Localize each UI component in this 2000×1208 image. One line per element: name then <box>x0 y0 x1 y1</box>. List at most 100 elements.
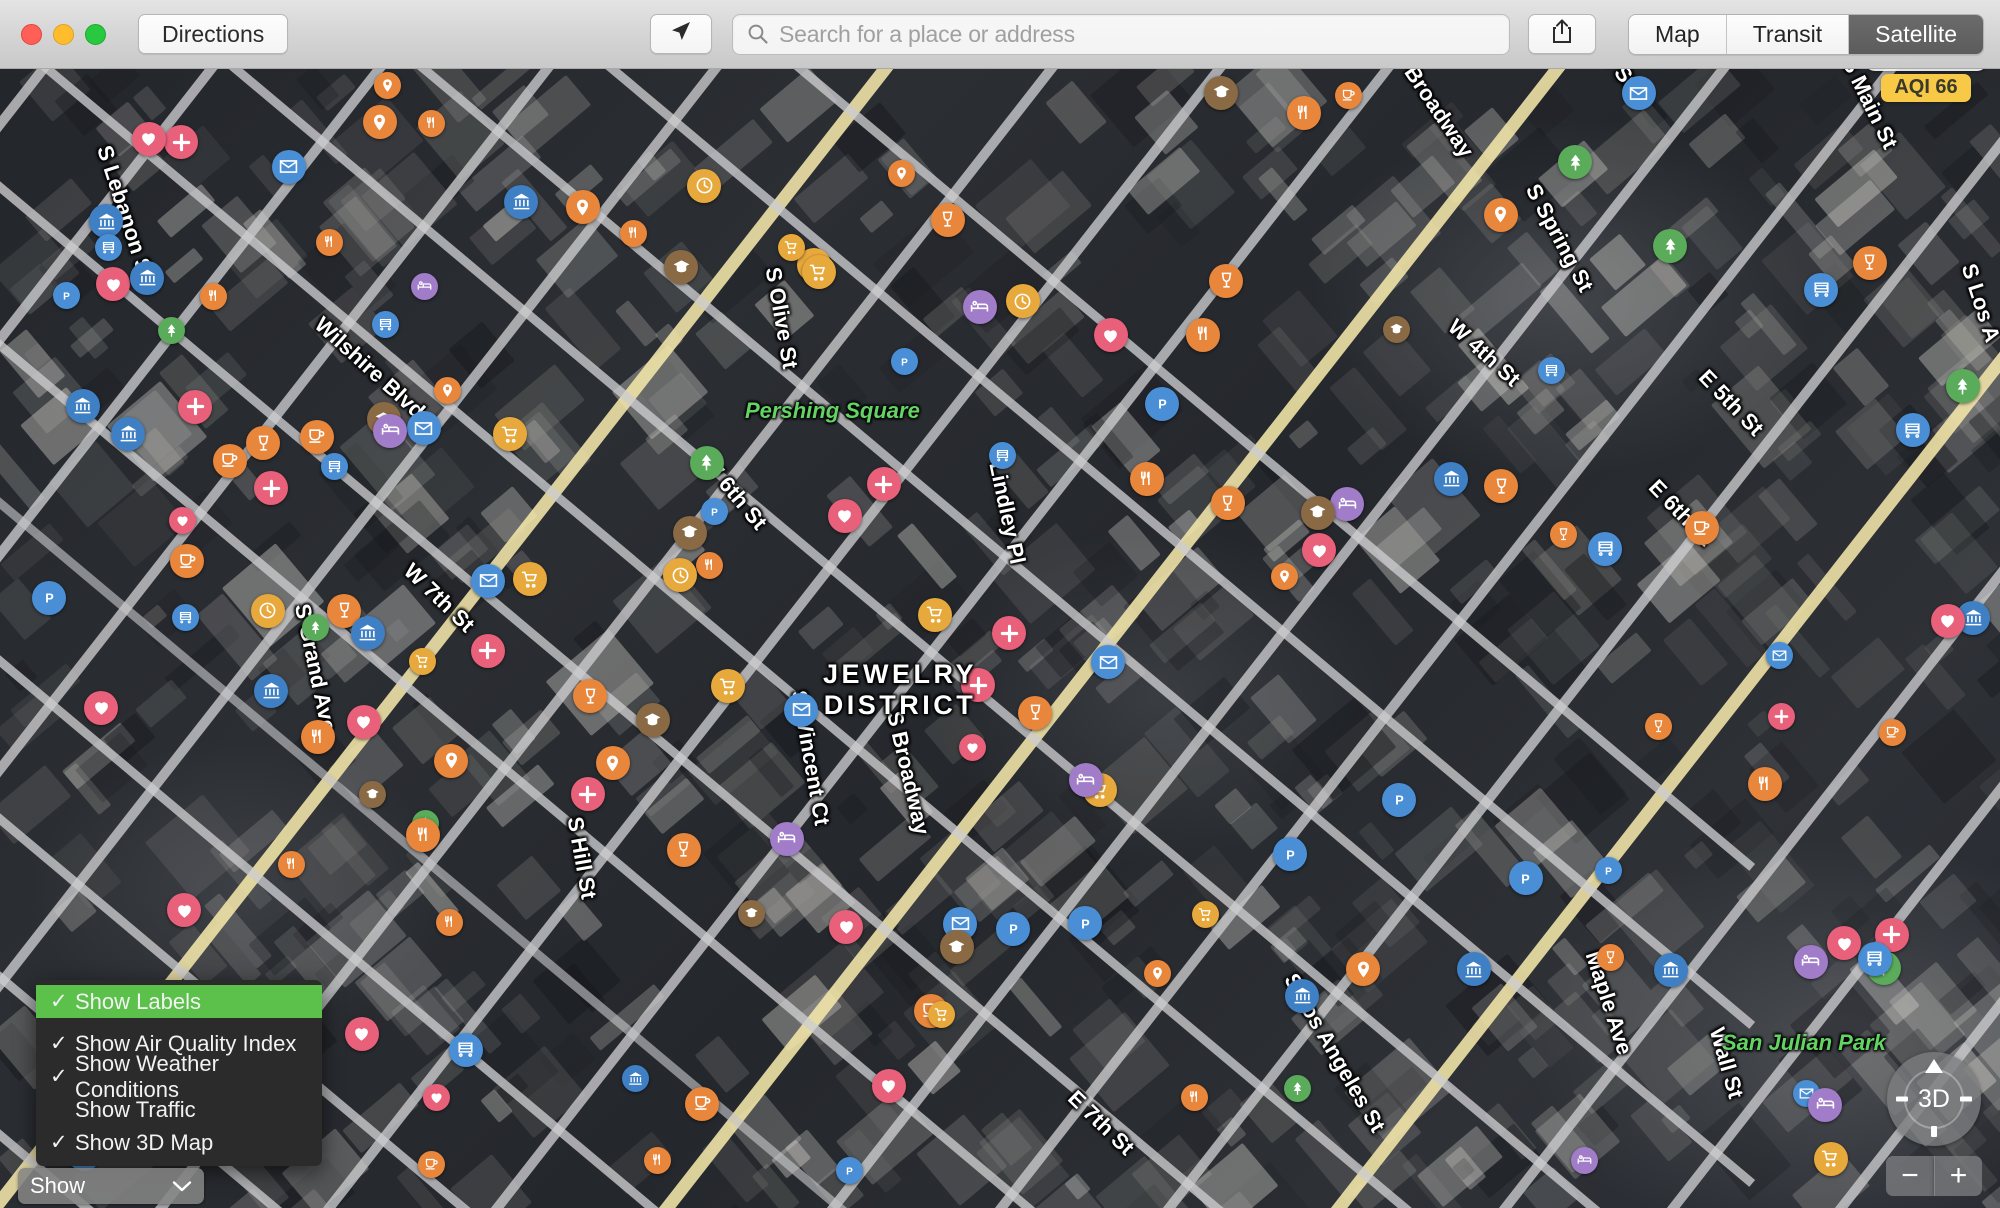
poi-marker-cap[interactable] <box>1300 495 1335 530</box>
poi-marker-heart[interactable] <box>1930 603 1965 638</box>
poi-marker-pin[interactable] <box>1270 563 1298 591</box>
poi-marker-cap[interactable] <box>939 930 974 965</box>
poi-marker-food[interactable] <box>619 220 647 248</box>
poi-marker-food[interactable] <box>277 850 305 878</box>
poi-marker-bed[interactable] <box>962 290 997 325</box>
poi-marker-cup[interactable] <box>212 443 247 478</box>
poi-marker-cap[interactable] <box>664 250 699 285</box>
poi-marker-pharm[interactable] <box>1768 702 1796 730</box>
poi-marker-cup[interactable] <box>1879 719 1907 747</box>
poi-marker-pin[interactable] <box>374 72 402 100</box>
poi-marker-food[interactable] <box>199 283 227 311</box>
poi-marker-wine[interactable] <box>1645 712 1673 740</box>
poi-marker-food[interactable] <box>300 720 335 755</box>
poi-marker-bed[interactable] <box>1808 1087 1843 1122</box>
map-controls[interactable]: 3D − + <box>1886 1052 1982 1196</box>
poi-marker-food[interactable] <box>643 1147 671 1175</box>
poi-marker-clock[interactable] <box>663 558 698 593</box>
poi-marker-wine[interactable] <box>666 832 701 867</box>
compass-3d-control[interactable]: 3D <box>1887 1052 1981 1146</box>
poi-marker-park2[interactable]: P <box>1594 856 1622 884</box>
poi-marker-pharm[interactable] <box>866 467 901 502</box>
poi-marker-cup[interactable] <box>1684 511 1719 546</box>
poi-marker-bus[interactable] <box>372 310 400 338</box>
menu-item-show-3d-map[interactable]: ✓ Show 3D Map <box>36 1126 322 1159</box>
menu-item-show-labels[interactable]: ✓ Show Labels <box>36 985 322 1018</box>
poi-marker-food[interactable] <box>1286 96 1321 131</box>
poi-marker-pin[interactable] <box>434 743 469 778</box>
poi-marker-heart[interactable] <box>1302 533 1337 568</box>
poi-marker-wine[interactable] <box>573 679 608 714</box>
poi-marker-wine[interactable] <box>1209 263 1244 298</box>
poi-marker-park[interactable] <box>1653 229 1688 264</box>
poi-marker-park2[interactable]: P <box>52 281 80 309</box>
poi-marker-heart[interactable] <box>1827 926 1862 961</box>
poi-marker-heart[interactable] <box>1093 318 1128 353</box>
poi-marker-cart[interactable] <box>1813 1141 1848 1176</box>
search-field[interactable]: Search for a place or address <box>731 13 1510 55</box>
zoom-in-button[interactable]: + <box>1934 1156 1982 1196</box>
poi-marker-wine[interactable] <box>1210 486 1245 521</box>
poi-marker-bus[interactable] <box>172 603 200 631</box>
poi-marker-pharm[interactable] <box>164 125 199 160</box>
poi-marker-cup[interactable] <box>170 544 205 579</box>
poi-marker-cup[interactable] <box>418 1151 446 1178</box>
poi-marker-park2[interactable]: P <box>1068 906 1103 941</box>
poi-marker-cart[interactable] <box>918 597 953 632</box>
poi-marker-park[interactable] <box>689 445 724 480</box>
poi-marker-cart[interactable] <box>513 562 548 597</box>
poi-marker-park[interactable] <box>157 317 185 345</box>
poi-marker-pharm[interactable] <box>961 668 996 703</box>
poi-marker-bank[interactable] <box>504 184 539 219</box>
poi-marker-bus[interactable] <box>1804 272 1839 307</box>
poi-marker-wine[interactable] <box>1484 469 1519 504</box>
poi-marker-pin[interactable] <box>434 376 462 404</box>
poi-marker-bank[interactable] <box>621 1065 649 1093</box>
poi-marker-park2[interactable]: P <box>891 348 919 376</box>
poi-marker-park2[interactable]: P <box>1145 386 1180 421</box>
poi-marker-cart[interactable] <box>493 417 528 452</box>
poi-marker-heart[interactable] <box>346 704 381 739</box>
poi-marker-wine[interactable] <box>930 202 965 237</box>
poi-marker-pin[interactable] <box>1346 952 1381 987</box>
poi-marker-heart[interactable] <box>958 733 986 761</box>
poi-marker-cart[interactable] <box>711 669 746 704</box>
poi-marker-clock[interactable] <box>250 593 285 628</box>
poi-marker-mail[interactable] <box>1765 642 1793 670</box>
poi-marker-heart[interactable] <box>423 1084 451 1112</box>
view-mode-transit[interactable]: Transit <box>1726 14 1850 54</box>
poi-marker-heart[interactable] <box>827 498 862 533</box>
poi-marker-food[interactable] <box>1747 767 1782 802</box>
poi-marker-bed[interactable] <box>411 273 439 301</box>
tilt-up-icon[interactable] <box>1924 1059 1944 1079</box>
aqi-badge[interactable]: AQI 66 <box>1881 74 1971 102</box>
poi-marker-cap[interactable] <box>1204 75 1239 110</box>
poi-marker-park[interactable] <box>1945 369 1980 404</box>
poi-marker-pharm[interactable] <box>178 389 213 424</box>
poi-marker-bank[interactable] <box>1434 461 1469 496</box>
poi-marker-bank[interactable] <box>65 388 100 423</box>
poi-marker-park2[interactable]: P <box>701 497 729 525</box>
poi-marker-food[interactable] <box>418 109 446 137</box>
poi-marker-park2[interactable]: P <box>1273 837 1308 872</box>
poi-marker-bank[interactable] <box>111 416 146 451</box>
poi-marker-bus[interactable] <box>1857 941 1892 976</box>
poi-marker-mail[interactable] <box>1091 645 1126 680</box>
tilt-down-icon[interactable] <box>1931 1126 1937 1137</box>
poi-marker-food[interactable] <box>1186 317 1221 352</box>
poi-marker-bed[interactable] <box>373 413 408 448</box>
poi-marker-pharm[interactable] <box>470 633 505 668</box>
poi-marker-cart[interactable] <box>1192 900 1220 928</box>
poi-marker-bus[interactable] <box>321 452 349 480</box>
poi-marker-heart[interactable] <box>829 909 864 944</box>
poi-marker-pin[interactable] <box>1144 959 1172 987</box>
poi-marker-cart[interactable] <box>801 255 836 290</box>
poi-marker-pin[interactable] <box>595 746 630 781</box>
locate-me-button[interactable] <box>649 14 712 54</box>
poi-marker-park[interactable] <box>1558 145 1593 180</box>
poi-marker-park[interactable] <box>302 613 330 641</box>
poi-marker-cap[interactable] <box>737 900 765 928</box>
poi-marker-bank[interactable] <box>1456 952 1491 987</box>
view-mode-map[interactable]: Map <box>1628 14 1727 54</box>
search-input[interactable]: Search for a place or address <box>779 21 1075 48</box>
